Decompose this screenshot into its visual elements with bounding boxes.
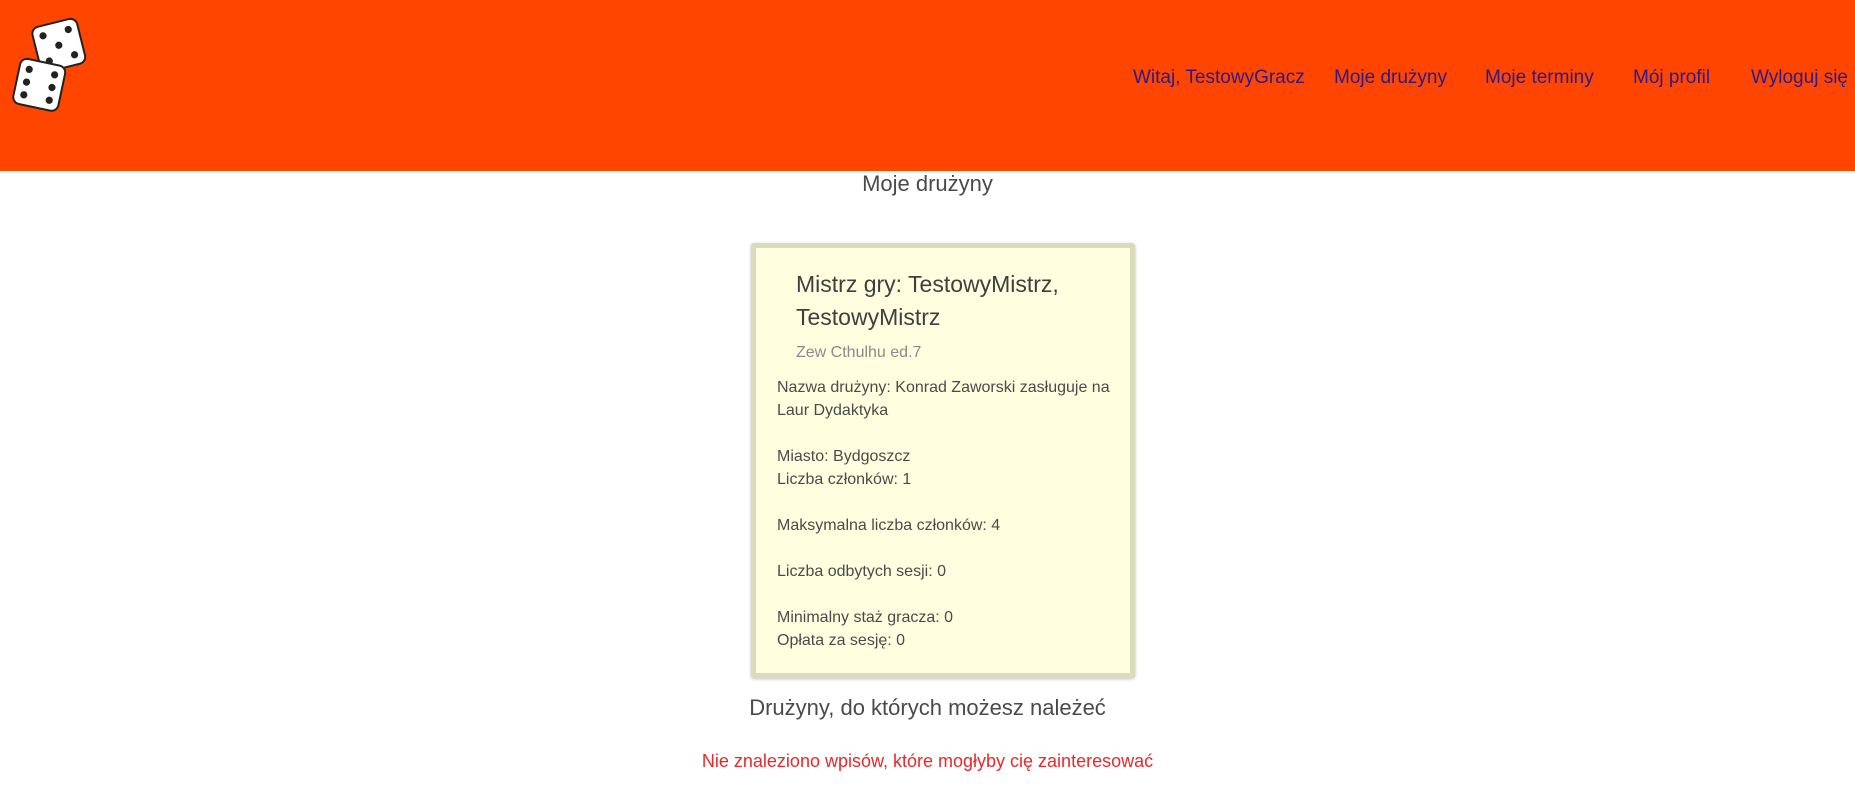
team-max-members: Maksymalna liczba członków: 4 (777, 517, 1001, 534)
site-header: Witaj, TestowyGracz Moje drużyny Moje te… (0, 0, 1855, 171)
team-session-fee: Opłata za sesję: 0 (777, 632, 906, 649)
nav-my-dates-link[interactable]: Moje terminy (1485, 63, 1594, 93)
no-results-message: Nie znaleziono wpisów, które mogłyby cię… (701, 751, 1154, 771)
team-card: Mistrz gry: TestowyMistrz, TestowyMistrz… (751, 243, 1135, 678)
team-city: Miasto: Bydgoszcz (777, 448, 911, 465)
team-min-experience: Minimalny staż gracza: 0 (777, 609, 954, 626)
team-sessions-count: Liczba odbytych sesji: 0 (777, 563, 946, 580)
team-details: Nazwa drużyny: Konrad Zaworski zasługuje… (777, 376, 1117, 652)
team-card-header: Mistrz gry: TestowyMistrz, TestowyMistrz… (796, 268, 1106, 362)
nav-logout-link[interactable]: Wyloguj się (1751, 63, 1848, 93)
nav-my-teams-link[interactable]: Moje drużyny (1334, 63, 1447, 93)
nav-my-profile-link[interactable]: Mój profil (1633, 63, 1710, 93)
game-system: Zew Cthulhu ed.7 (796, 344, 922, 361)
team-members-count: Liczba członków: 1 (777, 471, 912, 488)
team-name: Nazwa drużyny: Konrad Zaworski zasługuje… (777, 379, 1110, 419)
nav-greeting-link[interactable]: Witaj, TestowyGracz (1133, 63, 1305, 93)
game-master-title: Mistrz gry: TestowyMistrz, TestowyMistrz (796, 271, 1059, 330)
main-nav: Witaj, TestowyGracz Moje drużyny Moje te… (0, 63, 1855, 93)
my-teams-title: Moje drużyny (862, 171, 993, 196)
available-teams-title: Drużyny, do których możesz należeć (749, 695, 1106, 720)
